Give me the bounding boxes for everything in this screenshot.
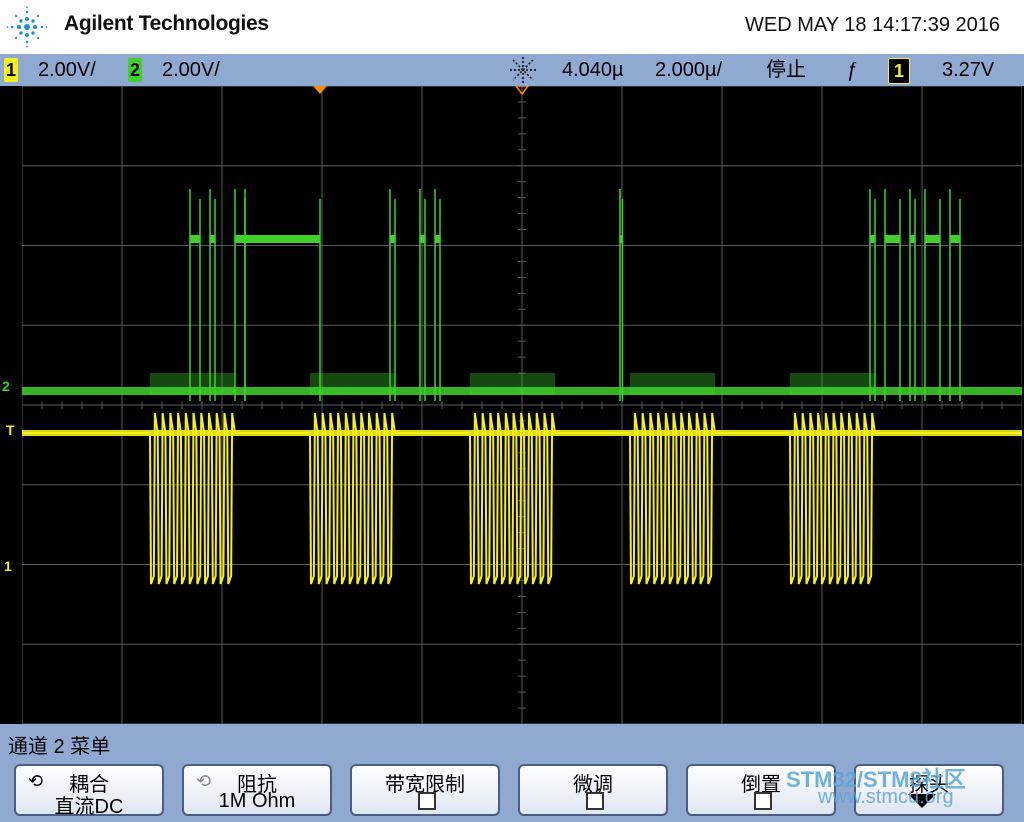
fine-adjust-softkey[interactable]: 微调 [518, 764, 668, 816]
coupling-softkey[interactable]: ⟲ 耦合 直流DC [14, 764, 164, 818]
agilent-logo-icon [6, 6, 48, 48]
trigger-level: 3.27V [942, 59, 995, 81]
status-bar: 1 2.00V/ 2 2.00V/ 4.040µ 2.000µ/ 停止 ƒ 1 … [0, 54, 1024, 86]
ch2-high-segment [950, 235, 960, 243]
invert-checkbox[interactable] [754, 792, 772, 810]
run-state[interactable]: 停止 [766, 58, 806, 82]
ch2-burst-noise [470, 373, 555, 395]
ch2-scale: 2.00V/ [162, 59, 220, 81]
waveform-display[interactable] [22, 86, 1022, 724]
ch2-high-segment [190, 235, 200, 243]
graticule [22, 86, 1022, 724]
ch2-burst-noise [150, 373, 235, 395]
trigger-slope-icon: ƒ [846, 59, 858, 81]
waveform-canvas [22, 86, 1022, 724]
screen-markers [313, 86, 529, 96]
ch1-ground-marker[interactable]: 1 [4, 558, 12, 574]
ch2-ground-marker[interactable]: 2 [2, 378, 10, 394]
trigger-source[interactable]: 1 [888, 58, 910, 84]
ch2-burst-noise [790, 373, 875, 395]
menu-title: 通道 2 菜单 [8, 736, 111, 758]
ch2-high-segment [235, 235, 245, 243]
title-bar: Agilent Technologies WED MAY 18 14:17:39… [0, 0, 1024, 54]
bandwidth-limit-checkbox[interactable] [418, 792, 436, 810]
ch2-indicator[interactable]: 2 [128, 58, 142, 82]
ch2-high-segment [245, 235, 320, 243]
trigger-level-marker[interactable]: T [6, 422, 15, 438]
marker-strip: 2 T 1 [0, 86, 22, 724]
ch2-high-segment [885, 235, 900, 243]
date-time: WED MAY 18 14:17:39 2016 [745, 14, 1000, 36]
time-position: 4.040µ [562, 59, 624, 81]
impedance-softkey[interactable]: ⟲ 阻抗 1M Ohm [182, 764, 332, 816]
ch1-indicator[interactable]: 1 [4, 58, 18, 82]
ch1-scale: 2.00V/ [38, 59, 96, 81]
trigger-position-marker [313, 86, 327, 94]
time-scale: 2.000µ/ [655, 59, 723, 81]
bandwidth-limit-softkey[interactable]: 带宽限制 [350, 764, 500, 816]
ch2-burst-noise [630, 373, 715, 395]
fine-adjust-checkbox[interactable] [586, 792, 604, 810]
watermark-url: www.stmcu.org [818, 786, 954, 808]
brand-name: Agilent Technologies [64, 12, 269, 35]
timebase-icon [510, 57, 536, 83]
ch2-burst-noise [310, 373, 395, 395]
softkey-value: 直流DC [54, 796, 124, 818]
ch2-high-segment [925, 235, 940, 243]
softkey-value: 1M Ohm [218, 790, 296, 812]
